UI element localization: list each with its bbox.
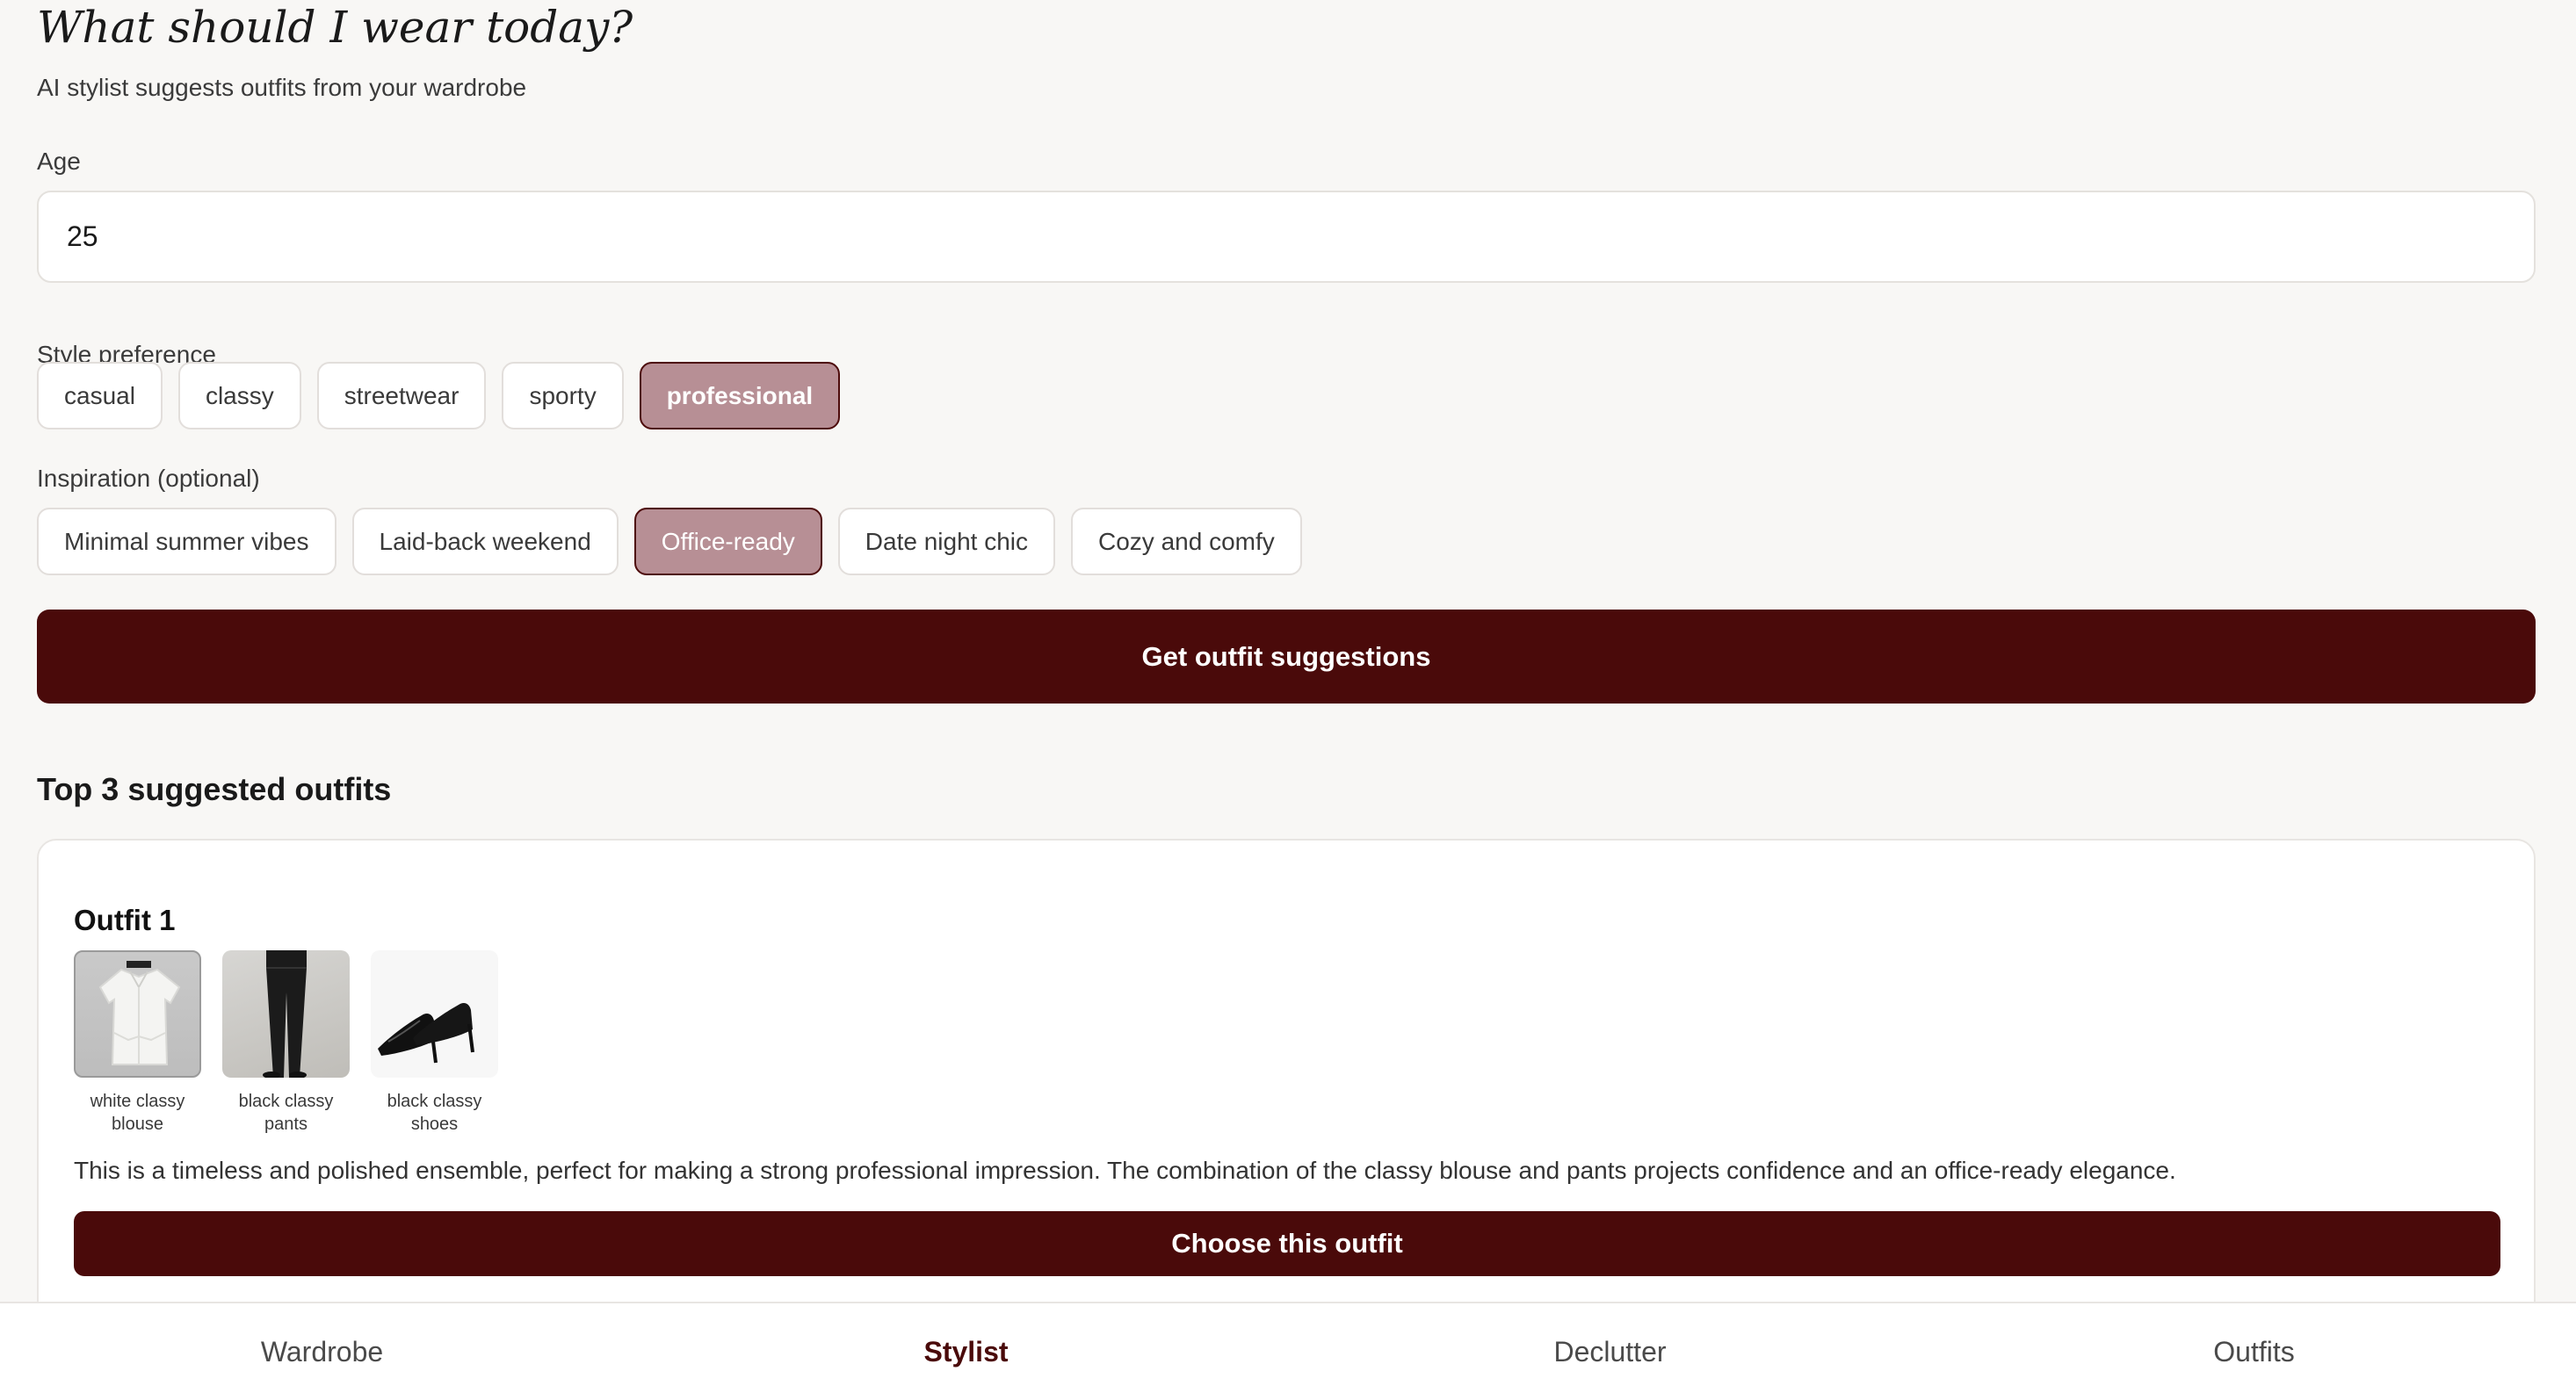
- style-chip-classy[interactable]: classy: [177, 362, 301, 429]
- inspiration-chip-minimal-summer-vibes[interactable]: Minimal summer vibes: [37, 508, 336, 575]
- style-chip-professional[interactable]: professional: [639, 362, 841, 429]
- inspiration-chip-office-ready[interactable]: Office-ready: [633, 508, 822, 575]
- choose-outfit-button[interactable]: Choose this outfit: [74, 1211, 2500, 1276]
- inspiration-label: Inspiration (optional): [37, 465, 260, 492]
- blouse-image[interactable]: [74, 950, 201, 1078]
- style-chip-sporty[interactable]: sporty: [502, 362, 624, 429]
- bottom-nav: Wardrobe Stylist Declutter Outfits: [0, 1302, 2576, 1400]
- style-chip-streetwear[interactable]: streetwear: [316, 362, 487, 429]
- age-label: Age: [37, 148, 81, 175]
- inspiration-chip-date-night-chic[interactable]: Date night chic: [837, 508, 1055, 575]
- outfit-items: white classy blouse black classy pants b…: [74, 950, 498, 1136]
- style-chip-casual[interactable]: casual: [37, 362, 163, 429]
- nav-item-wardrobe[interactable]: Wardrobe: [0, 1303, 644, 1400]
- outfit-item: black classy pants: [222, 950, 350, 1136]
- outfit-title: Outfit 1: [74, 904, 176, 936]
- style-chip-group: casual classy streetwear sporty professi…: [37, 362, 841, 429]
- inspiration-chip-cozy-and-comfy[interactable]: Cozy and comfy: [1071, 508, 1302, 575]
- outfit-item-label: white classy blouse: [90, 1092, 185, 1134]
- shoes-image[interactable]: [371, 950, 498, 1078]
- nav-item-stylist[interactable]: Stylist: [644, 1303, 1288, 1400]
- outfit-item-label: black classy shoes: [387, 1092, 482, 1134]
- nav-item-outfits[interactable]: Outfits: [1932, 1303, 2576, 1400]
- nav-item-declutter[interactable]: Declutter: [1288, 1303, 1932, 1400]
- outfit-item: white classy blouse: [74, 950, 201, 1136]
- outfit-item-label: black classy pants: [238, 1092, 334, 1134]
- page-subtitle: AI stylist suggests outfits from your wa…: [37, 74, 527, 101]
- pants-image[interactable]: [222, 950, 350, 1078]
- page-title: What should I wear today?: [37, 2, 633, 53]
- stylist-page: What should I wear today? AI stylist sug…: [0, 0, 2576, 1400]
- inspiration-chip-laid-back-weekend[interactable]: Laid-back weekend: [351, 508, 619, 575]
- results-title: Top 3 suggested outfits: [37, 771, 392, 807]
- age-input[interactable]: [37, 191, 2536, 283]
- get-outfit-suggestions-button[interactable]: Get outfit suggestions: [37, 610, 2536, 704]
- outfit-item: black classy shoes: [371, 950, 498, 1136]
- inspiration-chip-group: Minimal summer vibes Laid-back weekend O…: [37, 508, 1302, 575]
- outfit-description: This is a timeless and polished ensemble…: [74, 1157, 2176, 1184]
